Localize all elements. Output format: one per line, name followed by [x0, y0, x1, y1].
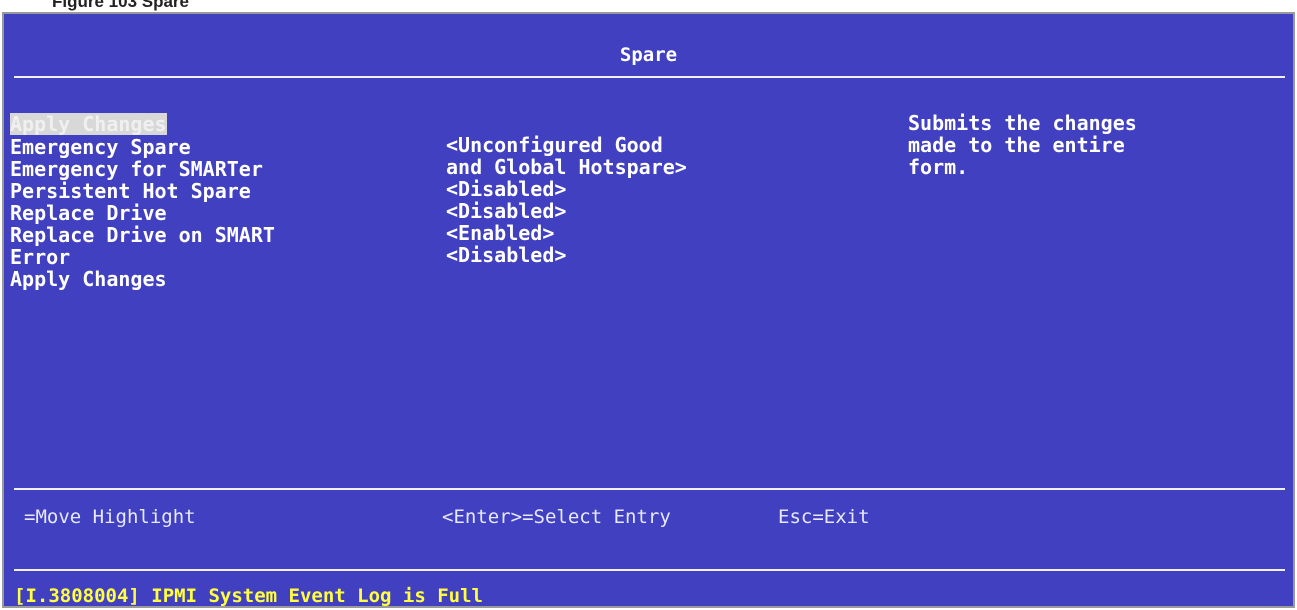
value-emergency-for-smarter[interactable]: <Disabled>	[446, 178, 866, 200]
menu-list: Apply Changes Emergency Spare Emergency …	[10, 112, 430, 290]
top-divider	[14, 76, 1285, 78]
menu-item-emergency-spare[interactable]: Emergency Spare	[10, 136, 430, 158]
menu-item-replace-drive-on-smart[interactable]: Replace Drive on SMART	[10, 224, 430, 246]
menu-item-persistent-hot-spare[interactable]: Persistent Hot Spare	[10, 180, 430, 202]
key-hint-move: =Move Highlight	[24, 506, 196, 528]
figure-caption: Figure 103 Spare	[52, 0, 190, 11]
key-hint-select: <Enter>=Select Entry	[442, 506, 671, 528]
status-divider	[14, 569, 1285, 571]
menu-item-apply-changes-top[interactable]: Apply Changes	[10, 113, 167, 135]
value-emergency-spare-line2[interactable]: and Global Hotspare>	[446, 156, 866, 178]
menu-values: <Unconfigured Good and Global Hotspare> …	[446, 134, 866, 266]
status-message: [I.3808004] IPMI System Event Log is Ful…	[14, 585, 483, 607]
menu-item-apply-changes-bottom[interactable]: Apply Changes	[10, 268, 430, 290]
value-emergency-spare-line1[interactable]: <Unconfigured Good	[446, 134, 866, 156]
page-title: Spare	[619, 44, 678, 66]
value-replace-drive-on-smart[interactable]: <Disabled>	[446, 244, 866, 266]
value-persistent-hot-spare[interactable]: <Disabled>	[446, 200, 866, 222]
footer-divider	[14, 488, 1285, 490]
menu-item-replace-drive-on-smart-cont[interactable]: Error	[10, 246, 430, 268]
menu-item-emergency-for-smarter[interactable]: Emergency for SMARTer	[10, 158, 430, 180]
key-hint-exit: Esc=Exit	[778, 506, 870, 528]
value-replace-drive[interactable]: <Enabled>	[446, 222, 866, 244]
help-text: Submits the changes made to the entire f…	[908, 111, 1137, 179]
menu-item-replace-drive[interactable]: Replace Drive	[10, 202, 430, 224]
bios-screen: Spare Apply Changes Emergency Spare Emer…	[2, 12, 1295, 608]
